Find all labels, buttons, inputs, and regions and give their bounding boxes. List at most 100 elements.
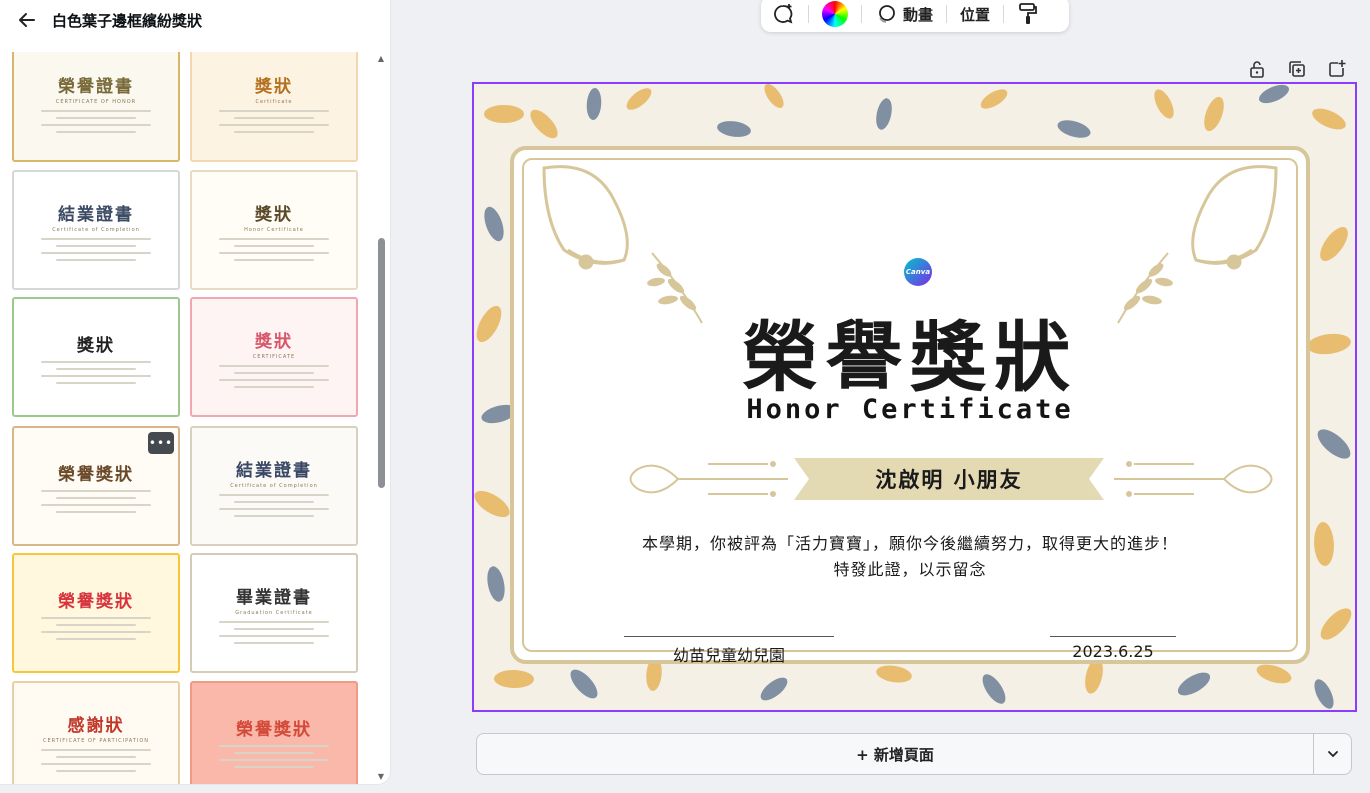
template-text-placeholder bbox=[234, 514, 314, 517]
template-thumbnail[interactable]: 榮譽證書 CERTIFICATE OF HONOR bbox=[12, 52, 180, 162]
more-options-button[interactable]: ••• bbox=[148, 432, 174, 454]
leaf-decoration bbox=[1154, 89, 1174, 119]
leaf-decoration bbox=[474, 490, 510, 518]
issuer-name[interactable]: 幼苗兒童幼兒園 bbox=[624, 642, 834, 666]
template-text-placeholder bbox=[56, 637, 136, 640]
template-subtitle: Graduation Certificate bbox=[235, 609, 313, 616]
leaf-decoration bbox=[980, 89, 1008, 109]
template-text-placeholder bbox=[56, 116, 136, 119]
lock-button[interactable] bbox=[1246, 58, 1268, 80]
template-text-placeholder bbox=[219, 378, 329, 381]
template-text-placeholder bbox=[234, 627, 314, 630]
leaf-decoration bbox=[1314, 522, 1334, 566]
template-thumbnail[interactable]: 獎狀 Honor Certificate bbox=[190, 170, 358, 290]
canva-logo[interactable]: Canva bbox=[904, 258, 932, 286]
panel-header: 白色葉子邊框繽紛獎狀 bbox=[0, 0, 390, 40]
template-text-placeholder bbox=[219, 109, 329, 112]
leaf-decoration bbox=[484, 206, 504, 242]
add-page-icon-button[interactable] bbox=[1326, 58, 1348, 80]
template-title: 畢業證書 bbox=[236, 587, 312, 608]
template-title: 榮譽證書 bbox=[58, 76, 134, 97]
template-subtitle: Certificate of Completion bbox=[230, 482, 318, 489]
template-preview: 榮譽證書 CERTIFICATE OF HONOR bbox=[14, 52, 178, 160]
template-text-placeholder bbox=[219, 758, 329, 761]
leaf-decoration bbox=[1320, 608, 1352, 640]
position-button[interactable]: 位置 bbox=[960, 4, 990, 25]
template-text-placeholder bbox=[234, 371, 314, 374]
panel-title: 白色葉子邊框繽紛獎狀 bbox=[52, 11, 203, 30]
recipient-name[interactable]: 沈啟明 小朋友 bbox=[794, 464, 1104, 494]
template-thumbnail[interactable]: 獎狀 Certificate bbox=[190, 52, 358, 162]
template-text-placeholder bbox=[234, 765, 314, 768]
panel-scrollbar[interactable]: ▲ ▼ bbox=[376, 52, 386, 782]
template-thumbnail[interactable]: 畢業證書 Graduation Certificate bbox=[190, 553, 358, 673]
template-preview: 獎狀 bbox=[14, 299, 178, 415]
recipient-ribbon[interactable]: 沈啟明 小朋友 bbox=[794, 458, 1104, 500]
ornament-right-icon bbox=[1114, 461, 1273, 497]
leaf-decoration bbox=[494, 669, 534, 689]
template-text-placeholder bbox=[219, 507, 329, 510]
certificate-body-line-1[interactable]: 本學期，你被評為「活力寶寶」，願你今後繼續努力，取得更大的進步！ bbox=[514, 530, 1306, 554]
template-text-placeholder bbox=[41, 503, 151, 506]
scroll-down-arrow-icon[interactable]: ▼ bbox=[376, 772, 386, 782]
template-text-placeholder bbox=[234, 258, 314, 261]
add-page-options-button[interactable] bbox=[1313, 734, 1351, 774]
template-thumbnail[interactable]: 結業證書 Certificate of Completion bbox=[12, 170, 180, 290]
template-thumbnail[interactable]: 獎狀 CERTIFICATE bbox=[190, 297, 358, 417]
add-page-button[interactable]: + 新增頁面 bbox=[477, 744, 1313, 765]
template-thumbnail[interactable]: 榮譽獎狀 bbox=[12, 553, 180, 673]
template-thumbnail[interactable]: 獎狀 bbox=[12, 297, 180, 417]
template-thumbnail[interactable]: 結業證書 Certificate of Completion bbox=[190, 426, 358, 546]
comment-button[interactable] bbox=[771, 2, 795, 26]
template-subtitle: CERTIFICATE OF HONOR bbox=[55, 98, 137, 105]
issue-date[interactable]: 2023.6.25 bbox=[1050, 642, 1176, 661]
template-text-placeholder bbox=[56, 258, 136, 261]
certificate-frame[interactable]: Canva 榮譽獎狀 Honor Certificate 沈啟明 小朋友 本學期… bbox=[510, 146, 1310, 666]
toolbar-divider bbox=[808, 5, 809, 23]
template-text-placeholder bbox=[41, 251, 151, 254]
template-text-placeholder bbox=[219, 237, 329, 240]
template-text-placeholder bbox=[41, 360, 151, 363]
color-button[interactable] bbox=[822, 1, 848, 27]
template-thumbnail[interactable]: 榮譽獎狀 ••• bbox=[12, 426, 180, 546]
template-subtitle: CERTIFICATE bbox=[252, 353, 296, 360]
certificate-title[interactable]: 榮譽獎狀 bbox=[514, 296, 1306, 406]
template-thumbnail[interactable]: 感謝狀 CERTIFICATE OF PARTICIPATION bbox=[12, 681, 180, 784]
scrollbar-thumb[interactable] bbox=[378, 238, 385, 488]
leaf-decoration bbox=[1256, 664, 1292, 684]
arrow-left-icon bbox=[19, 13, 35, 27]
leaf-decoration bbox=[764, 84, 784, 109]
leaf-decoration bbox=[530, 109, 558, 139]
certificate-body-line-2[interactable]: 特發此證，以示留念 bbox=[514, 556, 1306, 580]
bell-left-icon[interactable] bbox=[524, 160, 654, 275]
issuer-signature-line bbox=[624, 636, 834, 637]
template-text-placeholder bbox=[219, 364, 329, 367]
template-thumbnail[interactable]: 榮譽獎狀 bbox=[190, 681, 358, 784]
lock-icon bbox=[1250, 61, 1264, 78]
scroll-up-arrow-icon[interactable]: ▲ bbox=[376, 54, 386, 64]
template-title: 獎狀 bbox=[255, 76, 293, 97]
add-page-bar: + 新增頁面 bbox=[476, 733, 1352, 775]
template-text-placeholder bbox=[234, 385, 314, 388]
design-canvas[interactable]: Canva 榮譽獎狀 Honor Certificate 沈啟明 小朋友 本學期… bbox=[472, 82, 1357, 712]
ornament-left-icon bbox=[629, 461, 788, 497]
bell-right-icon[interactable] bbox=[1166, 160, 1296, 275]
copy-style-button[interactable] bbox=[1017, 2, 1039, 26]
leaf-decoration bbox=[1057, 120, 1091, 138]
template-text-placeholder bbox=[219, 744, 329, 747]
template-text-placeholder bbox=[234, 130, 314, 133]
template-text-placeholder bbox=[56, 381, 136, 384]
animate-button[interactable]: 動畫 bbox=[875, 3, 933, 25]
floating-toolbar: 動畫 位置 bbox=[761, 0, 1069, 32]
duplicate-page-button[interactable] bbox=[1286, 58, 1308, 80]
template-text-placeholder bbox=[234, 751, 314, 754]
toolbar-divider bbox=[861, 5, 862, 23]
back-button[interactable] bbox=[14, 7, 40, 33]
certificate-subtitle[interactable]: Honor Certificate bbox=[514, 394, 1306, 425]
leaf-decoration bbox=[1312, 108, 1346, 130]
template-text-placeholder bbox=[41, 762, 151, 765]
template-title: 榮譽獎狀 bbox=[58, 464, 134, 485]
template-text-placeholder bbox=[56, 367, 136, 370]
leaf-decoration bbox=[586, 88, 602, 120]
leaf-decoration bbox=[876, 98, 892, 130]
